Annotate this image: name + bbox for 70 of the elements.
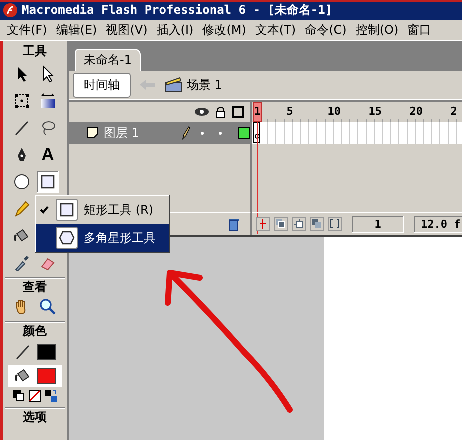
stroke-color-swatch[interactable]: [37, 344, 56, 360]
current-frame-field: 1: [352, 216, 404, 232]
popup-menu-item[interactable]: 多角星形工具: [36, 224, 169, 252]
rectangle-icon: [58, 201, 76, 219]
bracket-icon: [330, 219, 340, 229]
frame-number: 2: [450, 105, 458, 118]
menu-item[interactable]: 视图(V): [105, 22, 149, 38]
window-title: Macromedia Flash Professional 6 - [未命名-1]: [22, 2, 333, 18]
menu-item[interactable]: 插入(I): [156, 22, 195, 38]
menu-item[interactable]: 文件(F): [6, 22, 48, 38]
clapperboard-icon: [165, 77, 183, 93]
lock-dot[interactable]: [219, 132, 222, 134]
pencil-icon: [13, 200, 31, 218]
layer-color-swatch[interactable]: [238, 127, 250, 139]
dropper-icon: [13, 254, 31, 272]
layer-name: 图层 1: [104, 124, 140, 142]
tool-button[interactable]: A: [37, 144, 59, 166]
frame-number: 15: [368, 105, 382, 118]
gradient-icon: [39, 92, 57, 110]
menu-item[interactable]: 控制(O): [354, 22, 400, 38]
stacked-squares-icon: [312, 219, 322, 229]
rectangle-icon: [39, 173, 57, 191]
app-logo-icon: [3, 2, 18, 18]
frame-rate-field: 12.0 f: [414, 216, 462, 232]
frame-number: 10: [328, 105, 342, 118]
default-colors-icon[interactable]: [13, 390, 25, 402]
trash-icon[interactable]: [228, 218, 240, 230]
pencil-icon: [181, 126, 191, 140]
playhead[interactable]: 1: [253, 102, 262, 122]
section-label: 颜色: [23, 324, 47, 339]
frame-number: 5: [286, 105, 294, 118]
document-tab[interactable]: 未命名-1: [75, 49, 141, 71]
menu-item[interactable]: 文本(T): [254, 22, 298, 38]
frame-number: 20: [410, 105, 424, 118]
line-icon: [14, 343, 32, 361]
onion-outline-button[interactable]: [292, 217, 306, 231]
visibility-dot[interactable]: [201, 132, 204, 134]
fill-color-swatch[interactable]: [37, 368, 56, 384]
tool-button[interactable]: [37, 171, 59, 193]
onion-outline-icon: [294, 219, 304, 229]
onion-skin-icon: [276, 219, 286, 229]
layer-row[interactable]: 图层 1: [69, 122, 252, 144]
playhead-icon: [259, 219, 267, 229]
line-icon: [13, 119, 31, 137]
oval-icon: [13, 173, 31, 191]
hexagon-icon: [58, 229, 76, 247]
magnifier-icon: [39, 298, 57, 316]
swap-colors-icon[interactable]: [45, 390, 57, 402]
center-frame-button[interactable]: [256, 217, 270, 231]
section-label: 选项: [23, 410, 47, 425]
menu-item[interactable]: 命令(C): [304, 22, 348, 38]
timeline-button[interactable]: 时间轴: [73, 72, 131, 98]
edit-frames-button[interactable]: [310, 217, 324, 231]
scene-label[interactable]: 场景 1: [187, 76, 222, 94]
eye-icon[interactable]: [194, 107, 210, 117]
text-tool-icon: A: [42, 146, 54, 164]
lock-icon[interactable]: [216, 106, 226, 118]
section-label: 工具: [23, 44, 47, 59]
popup-menu-item[interactable]: 矩形工具 (R): [36, 196, 169, 224]
menu-item[interactable]: 编辑(E): [55, 22, 98, 38]
section-label: 查看: [23, 280, 47, 295]
no-color-icon[interactable]: [29, 390, 41, 402]
menu-item[interactable]: 窗口: [406, 22, 433, 38]
outline-icon[interactable]: [232, 106, 244, 118]
menu-item[interactable]: 修改(M): [202, 22, 248, 38]
onion-markers-button[interactable]: [328, 217, 342, 231]
transform-icon: [13, 92, 31, 110]
checkmark-icon: [40, 206, 49, 214]
layer-page-icon: [87, 127, 99, 139]
onion-skin-button[interactable]: [274, 217, 288, 231]
